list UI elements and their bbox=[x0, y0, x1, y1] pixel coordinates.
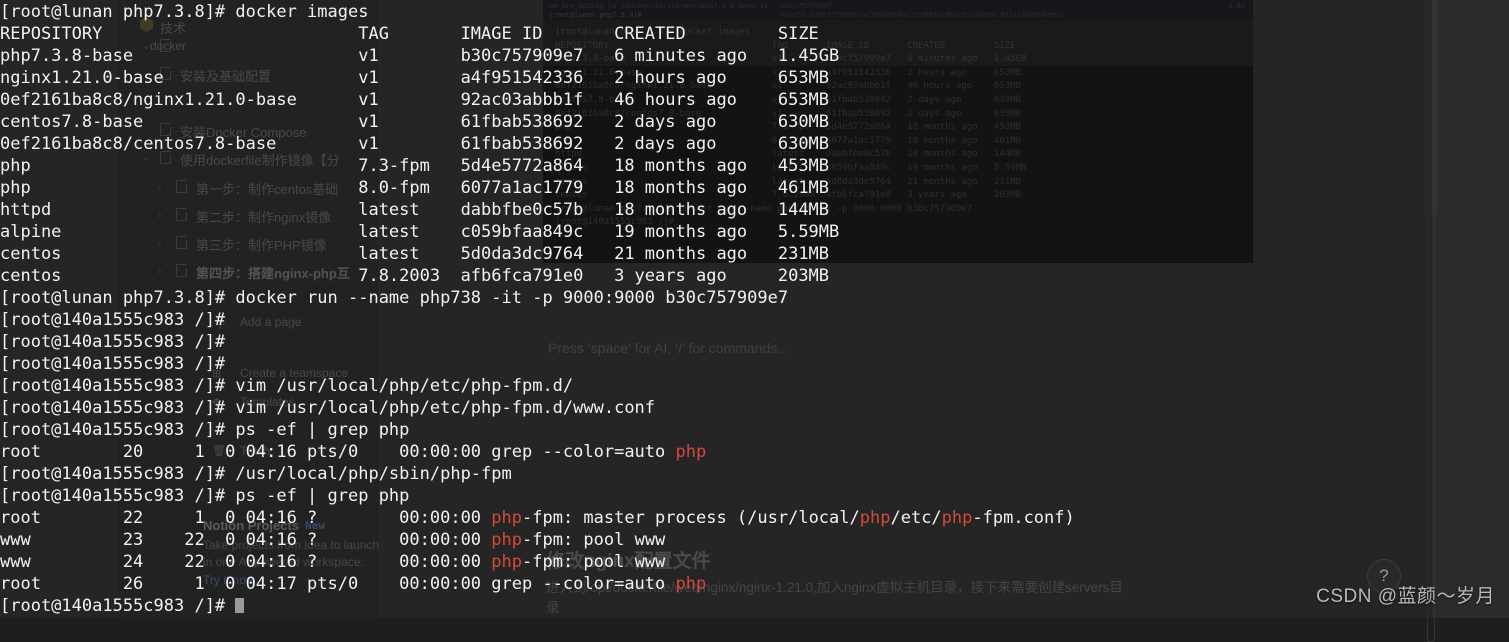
grep-match: php bbox=[675, 442, 707, 462]
terminal-line: [root@140a1555c983 /]# /usr/local/php/sb… bbox=[0, 463, 1509, 485]
terminal-line: nginx1.21.0-base v1 a4f951542336 2 hours… bbox=[0, 67, 1509, 89]
terminal-line: alpine latest c059bfaa849c 19 months ago… bbox=[0, 221, 1509, 243]
grep-match: php bbox=[491, 552, 522, 572]
terminal-text: php 7.3-fpm 5d4e5772a864 18 months ago 4… bbox=[0, 156, 830, 176]
terminal-line: [root@140a1555c983 /]# bbox=[0, 331, 1509, 353]
terminal-text: php7.3.8-base v1 b30c757909e7 6 minutes … bbox=[0, 46, 840, 66]
terminal-text: root 20 1 0 04:16 pts/0 00:00:00 grep --… bbox=[0, 442, 676, 462]
terminal-line: www 24 22 0 04:16 ? 00:00:00 php-fpm: po… bbox=[0, 551, 1509, 573]
terminal-text: root 26 1 0 04:17 pts/0 00:00:00 grep --… bbox=[0, 574, 676, 594]
terminal-text: centos latest 5d0da3dc9764 21 months ago… bbox=[0, 244, 830, 264]
terminal-text: [root@140a1555c983 /]# bbox=[0, 596, 236, 616]
terminal-text: -fpm: master process (/usr/local/ bbox=[522, 508, 860, 528]
terminal-text: centos7.8-base v1 61fbab538692 2 days ag… bbox=[0, 112, 830, 132]
terminal-line: centos 7.8.2003 afb6fca791e0 3 years ago… bbox=[0, 265, 1509, 287]
terminal-line: php 8.0-fpm 6077a1ac1779 18 months ago 4… bbox=[0, 177, 1509, 199]
terminal-text: /etc/ bbox=[890, 508, 942, 528]
terminal-text: [root@lunan php7.3.8]# docker run --name… bbox=[0, 288, 789, 308]
csdn-watermark: CSDN @蓝颜～岁月 bbox=[1316, 586, 1495, 607]
terminal-text: httpd latest dabbfbe0c57b 18 months ago … bbox=[0, 200, 830, 220]
terminal-line: REPOSITORY TAG IMAGE ID CREATED SIZE bbox=[0, 23, 1509, 45]
terminal-line: root 26 1 0 04:17 pts/0 00:00:00 grep --… bbox=[0, 573, 1509, 595]
terminal-line: [root@lunan php7.3.8]# docker images bbox=[0, 1, 1509, 23]
terminal-line: [root@140a1555c983 /]# bbox=[0, 595, 1509, 617]
terminal-output[interactable]: [root@lunan php7.3.8]# docker images REPO… bbox=[0, 0, 1509, 618]
terminal-text: REPOSITORY TAG IMAGE ID CREATED SIZE bbox=[0, 24, 819, 44]
terminal-line: [root@140a1555c983 /]# ps -ef | grep php bbox=[0, 419, 1509, 441]
terminal-text: [root@140a1555c983 /]# bbox=[0, 332, 226, 352]
terminal-line: www 23 22 0 04:16 ? 00:00:00 php-fpm: po… bbox=[0, 529, 1509, 551]
terminal-text: [root@140a1555c983 /]# ps -ef | grep php bbox=[0, 420, 410, 440]
terminal-line: 0ef2161ba8c8/nginx1.21.0-base v1 92ac03a… bbox=[0, 89, 1509, 111]
grep-match: php bbox=[491, 508, 522, 528]
terminal-line: root 22 1 0 04:16 ? 00:00:00 php-fpm: ma… bbox=[0, 507, 1509, 529]
terminal-text: www 24 22 0 04:16 ? 00:00:00 bbox=[0, 552, 492, 572]
terminal-text: -fpm: pool www bbox=[522, 530, 666, 550]
terminal-line: [root@140a1555c983 /]# bbox=[0, 353, 1509, 375]
terminal-line: [root@140a1555c983 /]# ps -ef | grep php bbox=[0, 485, 1509, 507]
terminal-text: centos 7.8.2003 afb6fca791e0 3 years ago… bbox=[0, 266, 830, 286]
grep-match: php bbox=[941, 508, 973, 528]
terminal-text: alpine latest c059bfaa849c 19 months ago… bbox=[0, 222, 840, 242]
terminal-text: nginx1.21.0-base v1 a4f951542336 2 hours… bbox=[0, 68, 830, 88]
terminal-cursor bbox=[235, 598, 245, 613]
terminal-text: php 8.0-fpm 6077a1ac1779 18 months ago 4… bbox=[0, 178, 830, 198]
terminal-text: 0ef2161ba8c8/centos7.8-base v1 61fbab538… bbox=[0, 134, 830, 154]
terminal-line: [root@lunan php7.3.8]# docker run --name… bbox=[0, 287, 1509, 309]
terminal-line: httpd latest dabbfbe0c57b 18 months ago … bbox=[0, 199, 1509, 221]
terminal-line: [root@140a1555c983 /]# vim /usr/local/ph… bbox=[0, 375, 1509, 397]
terminal-text: www 23 22 0 04:16 ? 00:00:00 bbox=[0, 530, 492, 550]
terminal-line: php 7.3-fpm 5d4e5772a864 18 months ago 4… bbox=[0, 155, 1509, 177]
terminal-text: [root@140a1555c983 /]# ps -ef | grep php bbox=[0, 486, 410, 506]
terminal-line: 0ef2161ba8c8/centos7.8-base v1 61fbab538… bbox=[0, 133, 1509, 155]
terminal-text: [root@140a1555c983 /]# bbox=[0, 354, 226, 374]
terminal-text: -fpm.conf) bbox=[972, 508, 1075, 528]
grep-match: php bbox=[675, 574, 707, 594]
grep-match: php bbox=[859, 508, 891, 528]
terminal-line: php7.3.8-base v1 b30c757909e7 6 minutes … bbox=[0, 45, 1509, 67]
terminal-line: [root@140a1555c983 /]# vim /usr/local/ph… bbox=[0, 397, 1509, 419]
grep-match: php bbox=[491, 530, 522, 550]
terminal-line: [root@140a1555c983 /]# bbox=[0, 309, 1509, 331]
terminal-text: 0ef2161ba8c8/nginx1.21.0-base v1 92ac03a… bbox=[0, 90, 830, 110]
terminal-text: root 22 1 0 04:16 ? 00:00:00 bbox=[0, 508, 492, 528]
terminal-text: -fpm: pool www bbox=[522, 552, 666, 572]
terminal-text: [root@140a1555c983 /]# /usr/local/php/sb… bbox=[0, 464, 512, 484]
terminal-text: [root@140a1555c983 /]# bbox=[0, 310, 226, 330]
terminal-line: centos7.8-base v1 61fbab538692 2 days ag… bbox=[0, 111, 1509, 133]
terminal-text: [root@lunan php7.3.8]# docker images bbox=[0, 2, 369, 22]
terminal-text: [root@140a1555c983 /]# vim /usr/local/ph… bbox=[0, 398, 656, 418]
terminal-text: [root@140a1555c983 /]# vim /usr/local/ph… bbox=[0, 376, 574, 396]
terminal-line: root 20 1 0 04:16 pts/0 00:00:00 grep --… bbox=[0, 441, 1509, 463]
terminal-line: centos latest 5d0da3dc9764 21 months ago… bbox=[0, 243, 1509, 265]
